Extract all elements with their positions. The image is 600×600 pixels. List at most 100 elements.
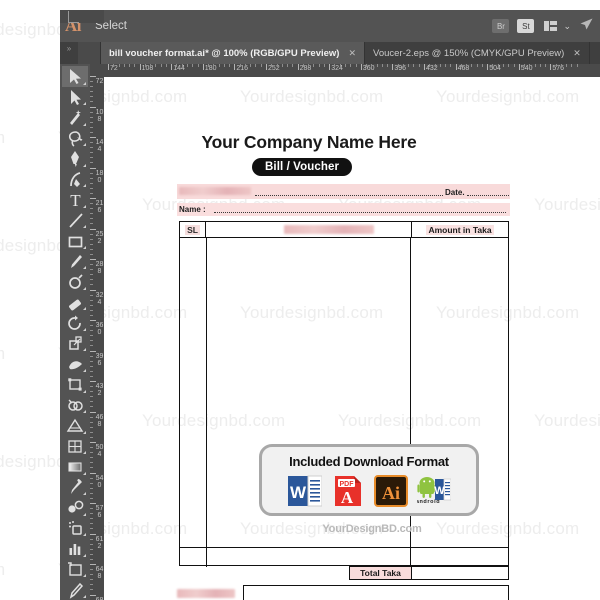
- chevron-down-icon[interactable]: ⌄: [563, 21, 571, 32]
- ruler-tick: [518, 64, 520, 70]
- ruler-minor-tick: [397, 64, 399, 67]
- tools-panel: T: [60, 64, 90, 600]
- blend-tool[interactable]: [62, 497, 88, 518]
- ruler-tick: [90, 533, 96, 535]
- ruler-minor-tick: [90, 436, 93, 438]
- table-header-amount: Amount in Taka: [411, 222, 508, 237]
- shape-builder-tool[interactable]: [62, 395, 88, 416]
- date-label: Date.: [445, 188, 465, 197]
- ruler-minor-tick: [90, 574, 93, 576]
- artboard-tool[interactable]: [62, 559, 88, 580]
- ruler-minor-tick: [302, 64, 304, 67]
- column-graph-tool[interactable]: [62, 538, 88, 559]
- scale-tool[interactable]: [62, 333, 88, 354]
- download-format-icon-row: W PDF A Ai android W: [262, 475, 476, 507]
- send-icon[interactable]: [579, 17, 594, 36]
- ruler-minor-tick: [323, 64, 325, 67]
- ruler-label: 576: [552, 65, 565, 72]
- ruler-tick: [424, 64, 425, 70]
- word-icon: W: [287, 475, 322, 507]
- ruler-minor-tick: [339, 64, 341, 67]
- rectangle-tool[interactable]: [62, 230, 88, 251]
- horizontal-ruler[interactable]: 72 108 144 180 216 252 288 324 360 396 432 468 504 54…: [60, 64, 600, 77]
- ruler-minor-tick: [90, 467, 93, 469]
- ruler-minor-tick: [90, 548, 93, 550]
- ruler-minor-tick: [90, 248, 93, 250]
- ruler-minor-tick: [539, 64, 541, 67]
- ruler-minor-tick: [90, 309, 93, 311]
- ruler-minor-tick: [555, 64, 557, 67]
- ruler-minor-tick: [90, 269, 93, 271]
- lasso-tool[interactable]: [62, 128, 88, 149]
- artboard-canvas[interactable]: Yourdesignbd.comYourdesignbd.comYourdesi…: [104, 77, 600, 600]
- ruler-minor-tick: [318, 64, 320, 67]
- svg-text:W: W: [434, 485, 445, 497]
- document-tab-0[interactable]: bill voucher format.ai* @ 100% (RGB/GPU …: [101, 42, 366, 64]
- ruler-tick: [108, 64, 109, 70]
- ruler-tick: [487, 64, 489, 70]
- perspective-grid-tool[interactable]: [62, 415, 88, 436]
- ruler-minor-tick: [445, 64, 447, 67]
- sl-label: SL: [185, 224, 200, 235]
- ruler-tick: [266, 64, 267, 70]
- taka-in-word-box[interactable]: [243, 585, 509, 600]
- ruler-minor-tick: [90, 345, 93, 347]
- ruler-minor-tick: [155, 64, 157, 67]
- type-tool[interactable]: T: [62, 189, 88, 210]
- ruler-label: 216: [95, 200, 104, 214]
- ruler-minor-tick: [181, 64, 183, 67]
- ruler-minor-tick: [90, 157, 93, 159]
- ruler-minor-tick: [308, 64, 310, 67]
- symbol-sprayer-tool[interactable]: [62, 518, 88, 539]
- bridge-button[interactable]: Br: [492, 19, 510, 33]
- ruler-minor-tick: [90, 177, 93, 179]
- ruler-tick: [171, 64, 173, 70]
- selection-tool[interactable]: [62, 66, 88, 87]
- ruler-tick: [90, 320, 96, 321]
- svg-text:Ai: Ai: [382, 483, 400, 503]
- total-taka-value-box[interactable]: [411, 566, 509, 580]
- line-segment-tool[interactable]: [62, 210, 88, 231]
- ruler-minor-tick: [90, 152, 93, 154]
- taka-in-word-label-redacted: [177, 589, 235, 598]
- vertical-ruler[interactable]: 72 108 144 180 216 252 288 324 360 396 432 468 504 54…: [90, 64, 104, 600]
- ruler-minor-tick: [350, 64, 352, 67]
- ruler-minor-tick: [187, 64, 188, 67]
- ruler-minor-tick: [129, 64, 131, 67]
- table-header-sl: SL: [180, 222, 206, 237]
- direct-selection-tool[interactable]: [62, 87, 88, 108]
- ruler-minor-tick: [90, 238, 93, 240]
- ruler-minor-tick: [387, 64, 389, 67]
- workspace-switcher-icon[interactable]: [544, 21, 558, 31]
- eyedropper-tool[interactable]: [62, 477, 88, 498]
- rotate-tool[interactable]: [62, 312, 88, 333]
- mesh-tool[interactable]: [62, 436, 88, 457]
- ruler-minor-tick: [271, 64, 273, 67]
- ruler-tick: [202, 64, 204, 70]
- android-word-icon: android W: [415, 475, 451, 507]
- gradient-tool[interactable]: [62, 456, 88, 477]
- close-icon[interactable]: ✕: [348, 48, 356, 59]
- ruler-label: 144: [95, 139, 104, 153]
- document-tab-1[interactable]: Voucer-2.eps @ 150% (CMYK/GPU Preview) ✕: [365, 42, 590, 64]
- stock-button[interactable]: St: [517, 19, 535, 33]
- magic-wand-tool[interactable]: [62, 107, 88, 128]
- ruler-minor-tick: [90, 426, 93, 428]
- paintbrush-tool[interactable]: [62, 251, 88, 272]
- shaper-tool[interactable]: [62, 271, 88, 292]
- ruler-minor-tick: [402, 64, 404, 67]
- close-icon[interactable]: ✕: [573, 48, 581, 59]
- slice-tool[interactable]: [62, 579, 88, 600]
- pen-tool[interactable]: [62, 148, 88, 169]
- panel-expand-icon[interactable]: »: [60, 42, 78, 64]
- curvature-tool[interactable]: [62, 169, 88, 190]
- ruler-minor-tick: [355, 64, 357, 67]
- watermark-text: Yourdesignbd.com: [0, 128, 5, 148]
- menu-item-type[interactable]: Type: [86, 0, 145, 10]
- free-transform-tool[interactable]: [62, 374, 88, 395]
- ruler-minor-tick: [165, 64, 167, 67]
- ruler-minor-tick: [90, 314, 93, 316]
- name-dotted-line: [214, 212, 506, 213]
- eraser-tool[interactable]: [62, 292, 88, 313]
- width-tool[interactable]: [62, 353, 88, 374]
